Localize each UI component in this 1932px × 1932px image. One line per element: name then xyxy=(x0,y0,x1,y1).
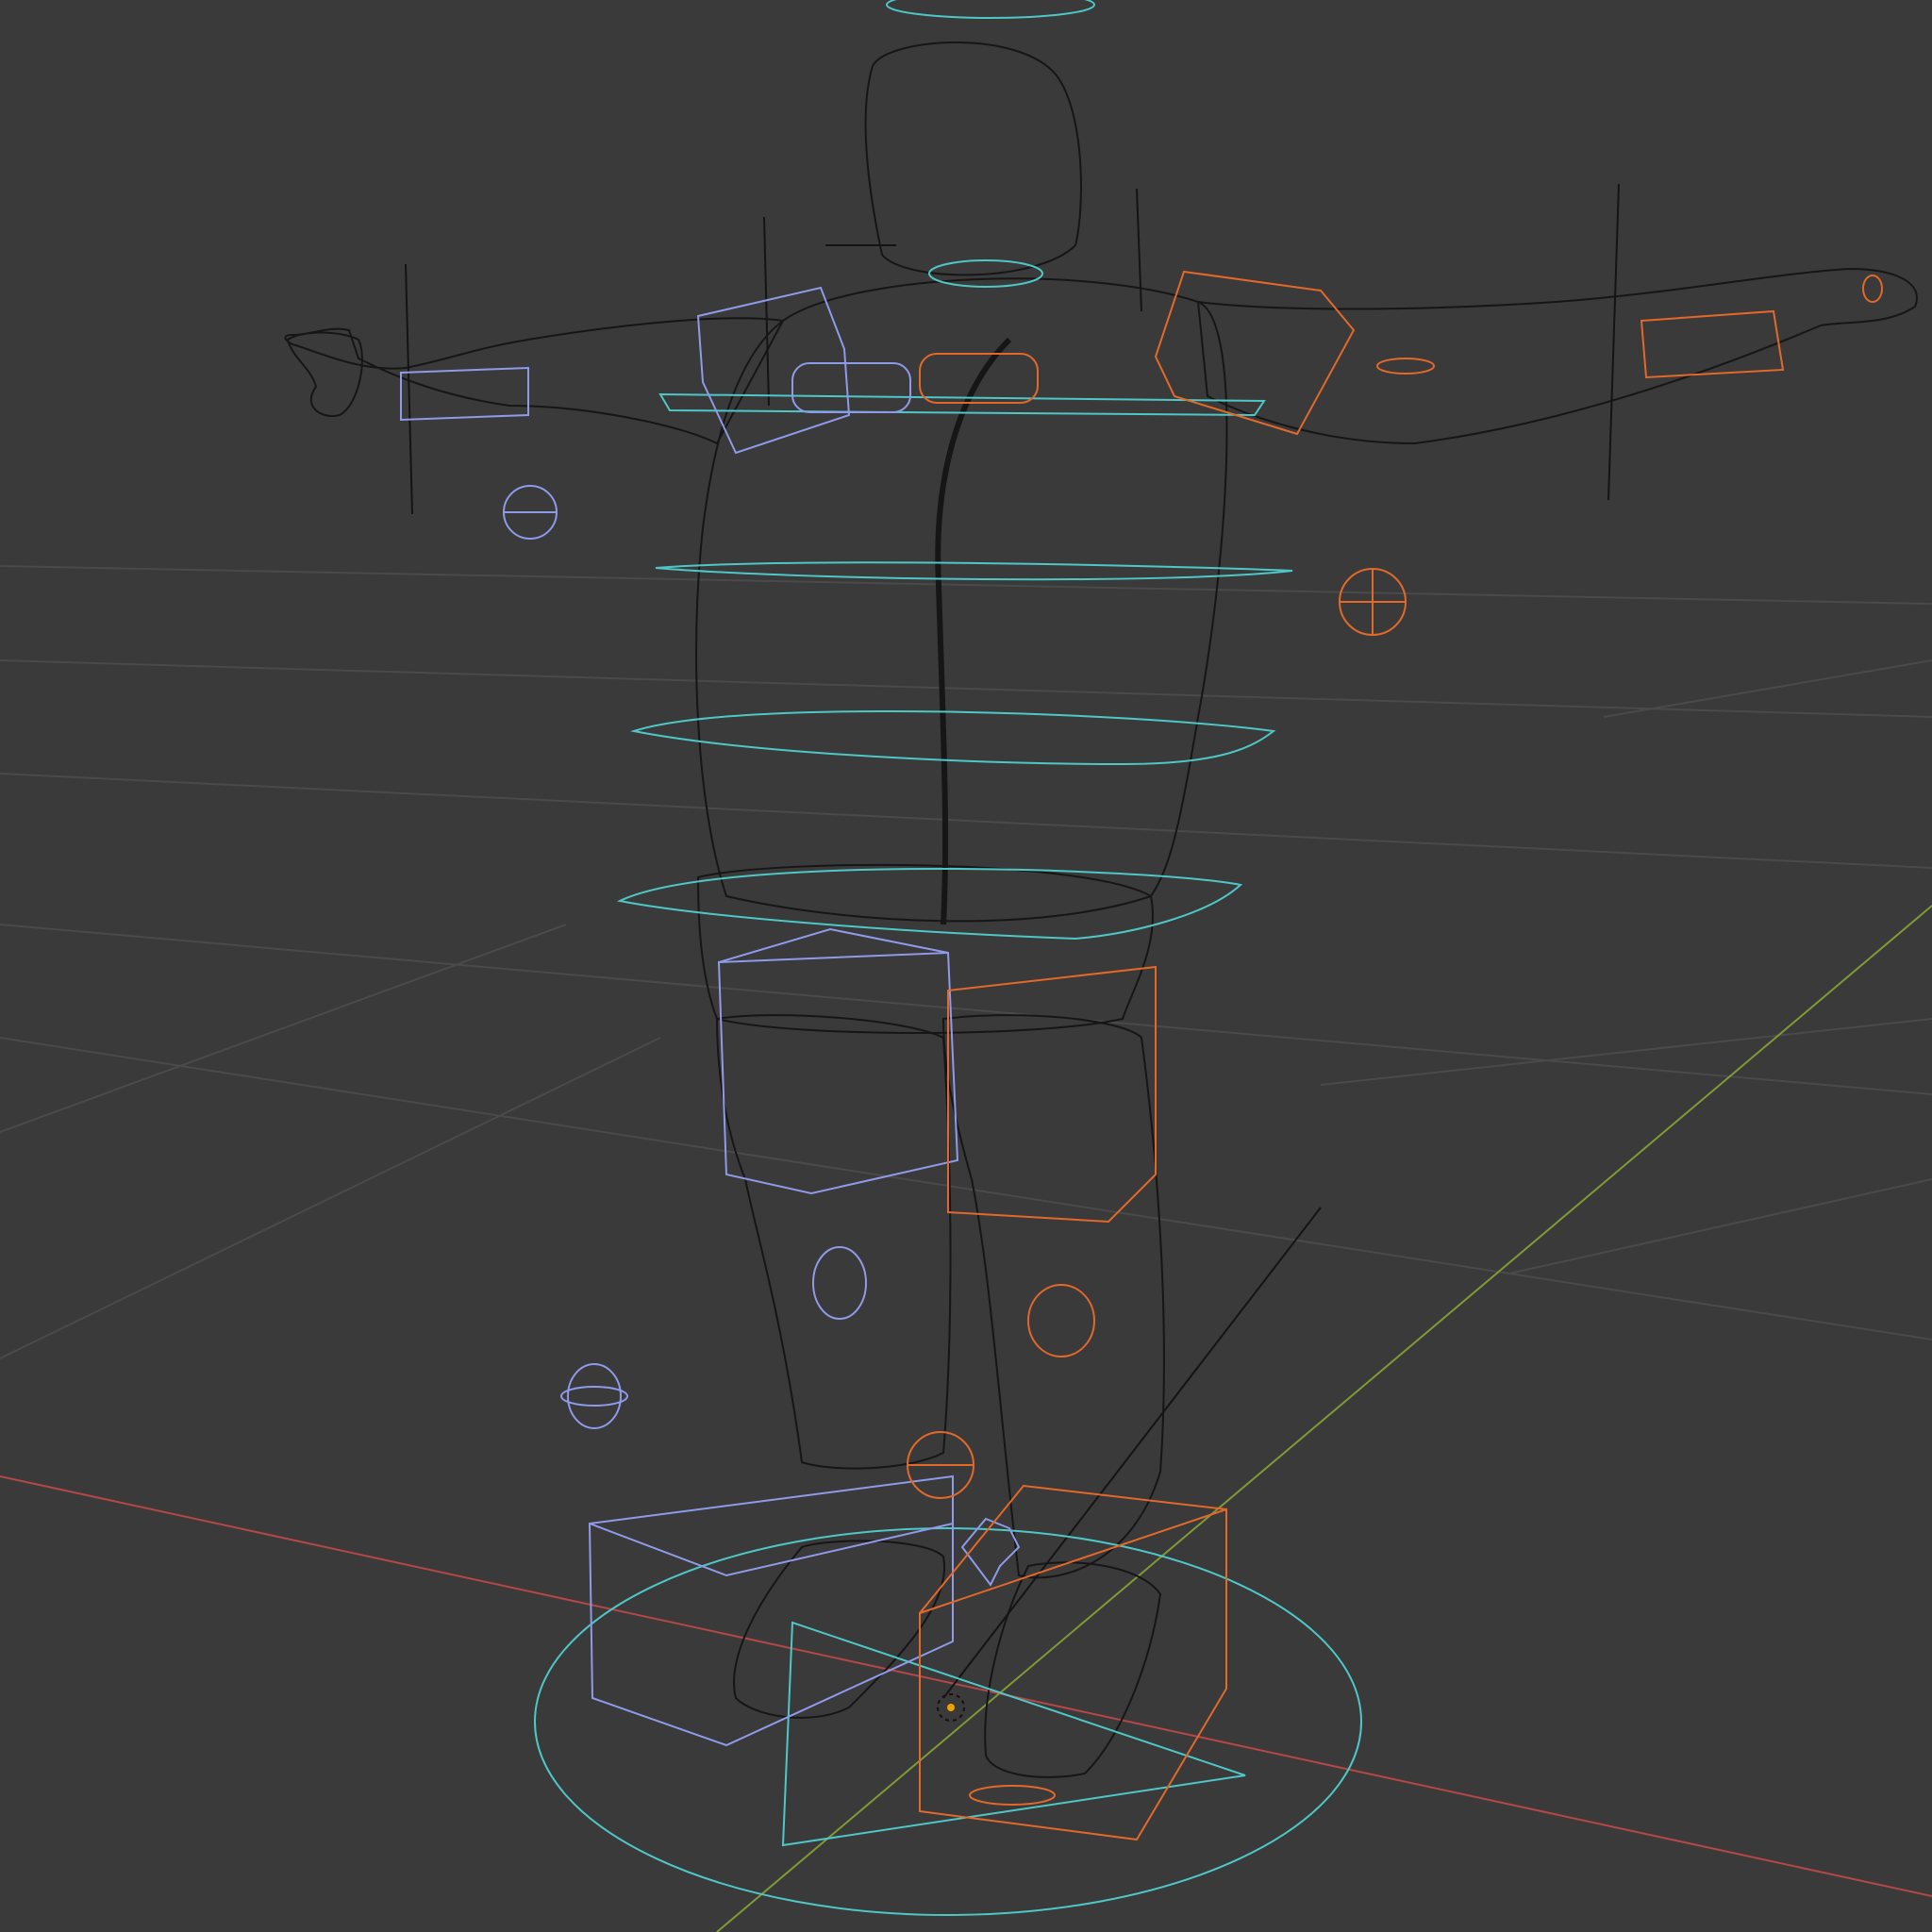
character-mesh[interactable] xyxy=(284,42,1918,1778)
right-thigh-control xyxy=(947,965,1157,1224)
rig-controls-left[interactable] xyxy=(400,286,1021,1747)
spine-lower-control xyxy=(633,710,1276,766)
viewport-canvas[interactable] xyxy=(0,0,1932,1932)
right-finger-control xyxy=(1862,275,1883,303)
x-axis-line xyxy=(0,1475,1932,1897)
left-knee-control xyxy=(812,1246,867,1320)
mesh-zipper xyxy=(935,337,1012,925)
left-hand-control xyxy=(400,366,529,422)
right-elbow-control xyxy=(1376,358,1435,375)
hips-control xyxy=(616,868,1243,941)
mesh-left-hand xyxy=(286,331,363,417)
right-shoulder-control xyxy=(1154,270,1356,436)
mesh-left-leg xyxy=(715,1014,952,1470)
left-shoulder-control xyxy=(696,286,851,455)
right-foot-box-top xyxy=(919,1484,1227,1614)
root-triangle xyxy=(781,1621,1246,1847)
right-heel-control xyxy=(969,1785,1056,1806)
right-foot-control xyxy=(919,1507,1227,1841)
spine-upper-control xyxy=(655,561,1293,581)
origin-point[interactable] xyxy=(937,1693,965,1722)
left-foot-box-top xyxy=(589,1523,954,1577)
left-wrist-control xyxy=(791,362,911,413)
left-foot-control xyxy=(588,1474,954,1747)
y-axis-line xyxy=(716,905,1932,1932)
left-knee-pole xyxy=(567,1363,622,1429)
floor-grid xyxy=(0,565,1932,1359)
mesh-torso xyxy=(695,277,1228,923)
3d-viewport[interactable] xyxy=(0,0,1932,1932)
mesh-right-leg xyxy=(941,1014,1165,1579)
mesh-head xyxy=(864,42,1082,276)
left-thigh-control xyxy=(717,951,959,1195)
chest-control xyxy=(658,392,1266,417)
head-control xyxy=(886,0,1095,19)
mesh-left-foot xyxy=(733,1540,946,1719)
right-knee-control xyxy=(1027,1284,1095,1357)
mesh-right-foot xyxy=(984,1561,1162,1778)
rig-controls-right[interactable] xyxy=(907,270,1883,1841)
